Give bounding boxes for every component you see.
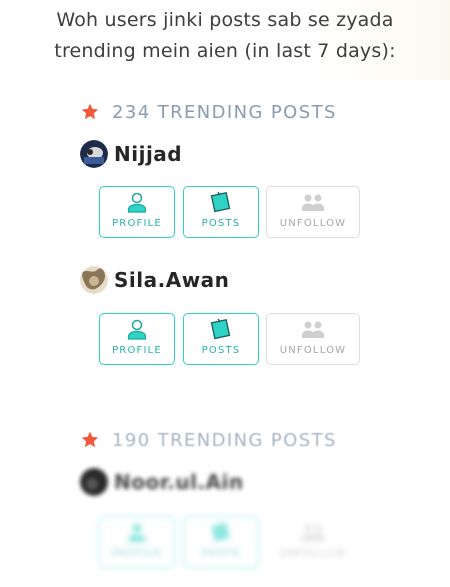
username[interactable]: Noor.ul.Ain [114,470,244,494]
unfollow-button[interactable]: UNFOLLOW [266,186,360,238]
people-icon [302,194,324,211]
user-row-sila-awan: Sila.Awan [80,265,229,295]
user-row-nijjad: Nijjad [80,139,182,169]
profile-button[interactable]: PROFILE [99,313,175,365]
posts-button[interactable]: POSTS [183,313,259,365]
profile-button[interactable]: PROFILE [99,516,175,568]
trending-count-row: 234 TRENDING POSTS [80,100,337,124]
user-row-noor-ul-ain: Noor.ul.Ain [80,467,244,497]
unfollow-button-label: UNFOLLOW [279,218,347,229]
person-icon [127,319,147,340]
profile-button[interactable]: PROFILE [99,186,175,238]
trending-count-label: 234 TRENDING POSTS [112,101,337,123]
posts-button[interactable]: POSTS [183,516,259,568]
sticky-note-icon [210,191,231,213]
unfollow-button[interactable]: UNFOLLOW [266,313,360,365]
header-banner: Woh users jinki posts sab se zyada trend… [0,0,450,80]
profile-button-label: PROFILE [112,548,162,559]
username[interactable]: Sila.Awan [114,268,229,292]
unfollow-button[interactable]: UNFOLLOW [266,516,360,568]
people-icon [302,321,324,338]
header-text-line-2: trending mein aien (in last 7 days): [54,40,396,62]
username[interactable]: Nijjad [114,142,182,166]
people-icon [302,524,324,541]
avatar[interactable] [80,266,108,294]
posts-button-label: POSTS [201,548,241,559]
posts-button[interactable]: POSTS [183,186,259,238]
profile-button-label: PROFILE [112,345,162,356]
trending-count-row: 190 TRENDING POSTS [80,428,337,452]
person-icon [127,192,147,213]
sticky-note-icon [210,318,231,340]
posts-button-label: POSTS [201,345,241,356]
sticky-note-icon [211,522,230,542]
trending-count-label: 190 TRENDING POSTS [112,429,337,451]
profile-button-label: PROFILE [112,218,162,229]
unfollow-button-label: UNFOLLOW [279,548,347,559]
star-icon [81,431,99,448]
unfollow-button-label: UNFOLLOW [279,345,347,356]
header-text-line-1: Woh users jinki posts sab se zyada [56,9,394,31]
avatar[interactable] [80,468,108,496]
star-icon [81,103,99,120]
person-icon [128,523,146,542]
avatar[interactable] [80,140,108,168]
posts-button-label: POSTS [201,218,241,229]
